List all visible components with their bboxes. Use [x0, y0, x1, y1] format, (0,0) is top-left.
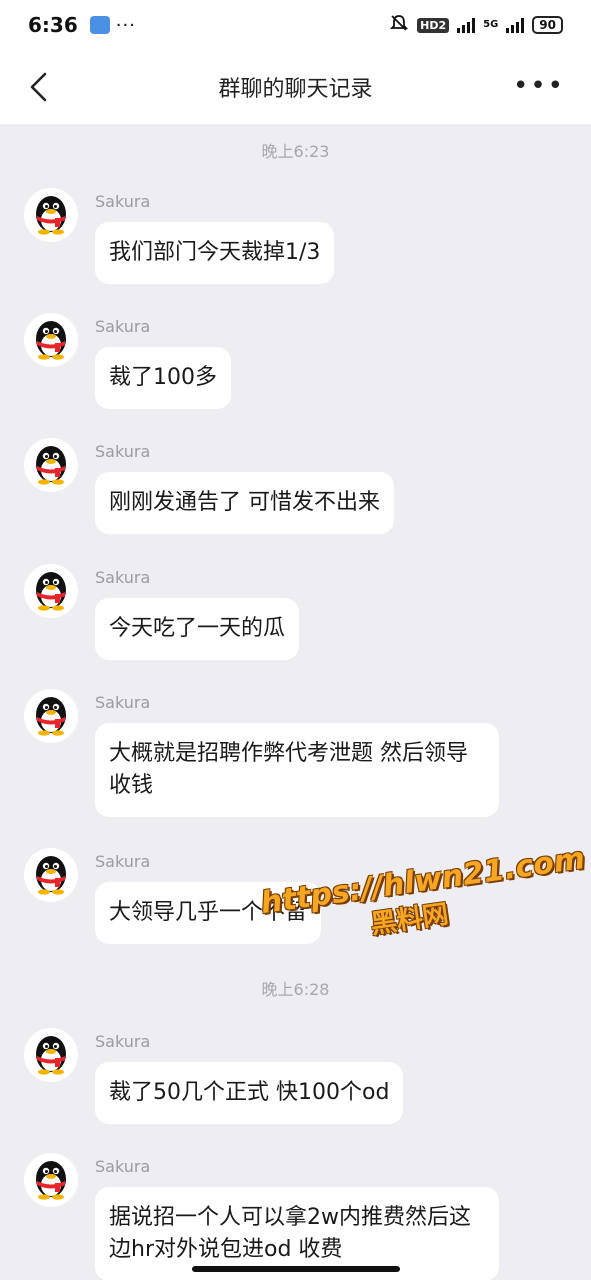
- penguin-avatar-icon[interactable]: [24, 1153, 78, 1207]
- hd-voice-icon: HD2: [417, 17, 450, 33]
- status-time: 6:36: [28, 13, 78, 37]
- status-bar: 6:36 ··· HD2 5G 90: [0, 0, 591, 50]
- timestamp: 晚上6:23: [261, 142, 330, 161]
- penguin-avatar-icon[interactable]: [24, 689, 78, 743]
- battery-icon: 90: [532, 16, 563, 34]
- penguin-avatar-icon[interactable]: [24, 188, 78, 242]
- sender-name: Sakura: [95, 317, 151, 336]
- sender-name: Sakura: [95, 1157, 151, 1176]
- sender-name: Sakura: [95, 1032, 151, 1051]
- chat-history-screen: 6:36 ··· HD2 5G 90 群聊的聊天记录 ••• 晚上6:23 Sa…: [0, 0, 591, 1280]
- message-bubble[interactable]: 今天吃了一天的瓜: [95, 598, 300, 660]
- back-button[interactable]: [24, 72, 54, 102]
- message-bubble[interactable]: 大概就是招聘作弊代考泄题 然后领导收钱: [95, 723, 499, 817]
- message-bubble[interactable]: 裁了100多: [95, 347, 231, 409]
- penguin-avatar-icon[interactable]: [24, 1028, 78, 1082]
- app-notification-icon: [89, 16, 110, 34]
- penguin-avatar-icon[interactable]: [24, 438, 78, 492]
- timestamp: 晚上6:28: [261, 980, 330, 999]
- penguin-avatar-icon[interactable]: [24, 848, 78, 902]
- sender-name: Sakura: [95, 693, 151, 712]
- message-bubble[interactable]: 刚刚发通告了 可惜发不出来: [95, 472, 394, 534]
- mute-icon: [389, 13, 409, 38]
- status-indicators: HD2 5G 90: [389, 13, 563, 38]
- page-title: 群聊的聊天记录: [218, 77, 373, 102]
- sender-name: Sakura: [95, 568, 151, 587]
- nav-bar: 群聊的聊天记录 •••: [0, 50, 591, 124]
- chevron-left-icon: [30, 72, 47, 102]
- sender-name: Sakura: [95, 442, 151, 461]
- signal-icon: [457, 17, 476, 33]
- more-options-button[interactable]: •••: [513, 73, 565, 99]
- more-notifications-icon: ···: [115, 14, 136, 36]
- network-type-label: 5G: [483, 19, 499, 30]
- sender-name: Sakura: [95, 852, 151, 871]
- message-bubble[interactable]: 裁了50几个正式 快100个od: [95, 1062, 404, 1124]
- penguin-avatar-icon[interactable]: [24, 313, 78, 367]
- message-bubble[interactable]: 我们部门今天裁掉1/3: [95, 222, 335, 284]
- signal-icon-2: [506, 17, 525, 33]
- penguin-avatar-icon[interactable]: [24, 564, 78, 618]
- sender-name: Sakura: [95, 192, 151, 211]
- message-list[interactable]: 晚上6:23 Sakura 我们部门今天裁掉1/3 Sakura 裁了100多 …: [0, 124, 591, 1280]
- home-indicator[interactable]: [192, 1266, 400, 1272]
- message-bubble[interactable]: 大领导几乎一个不留: [95, 882, 322, 944]
